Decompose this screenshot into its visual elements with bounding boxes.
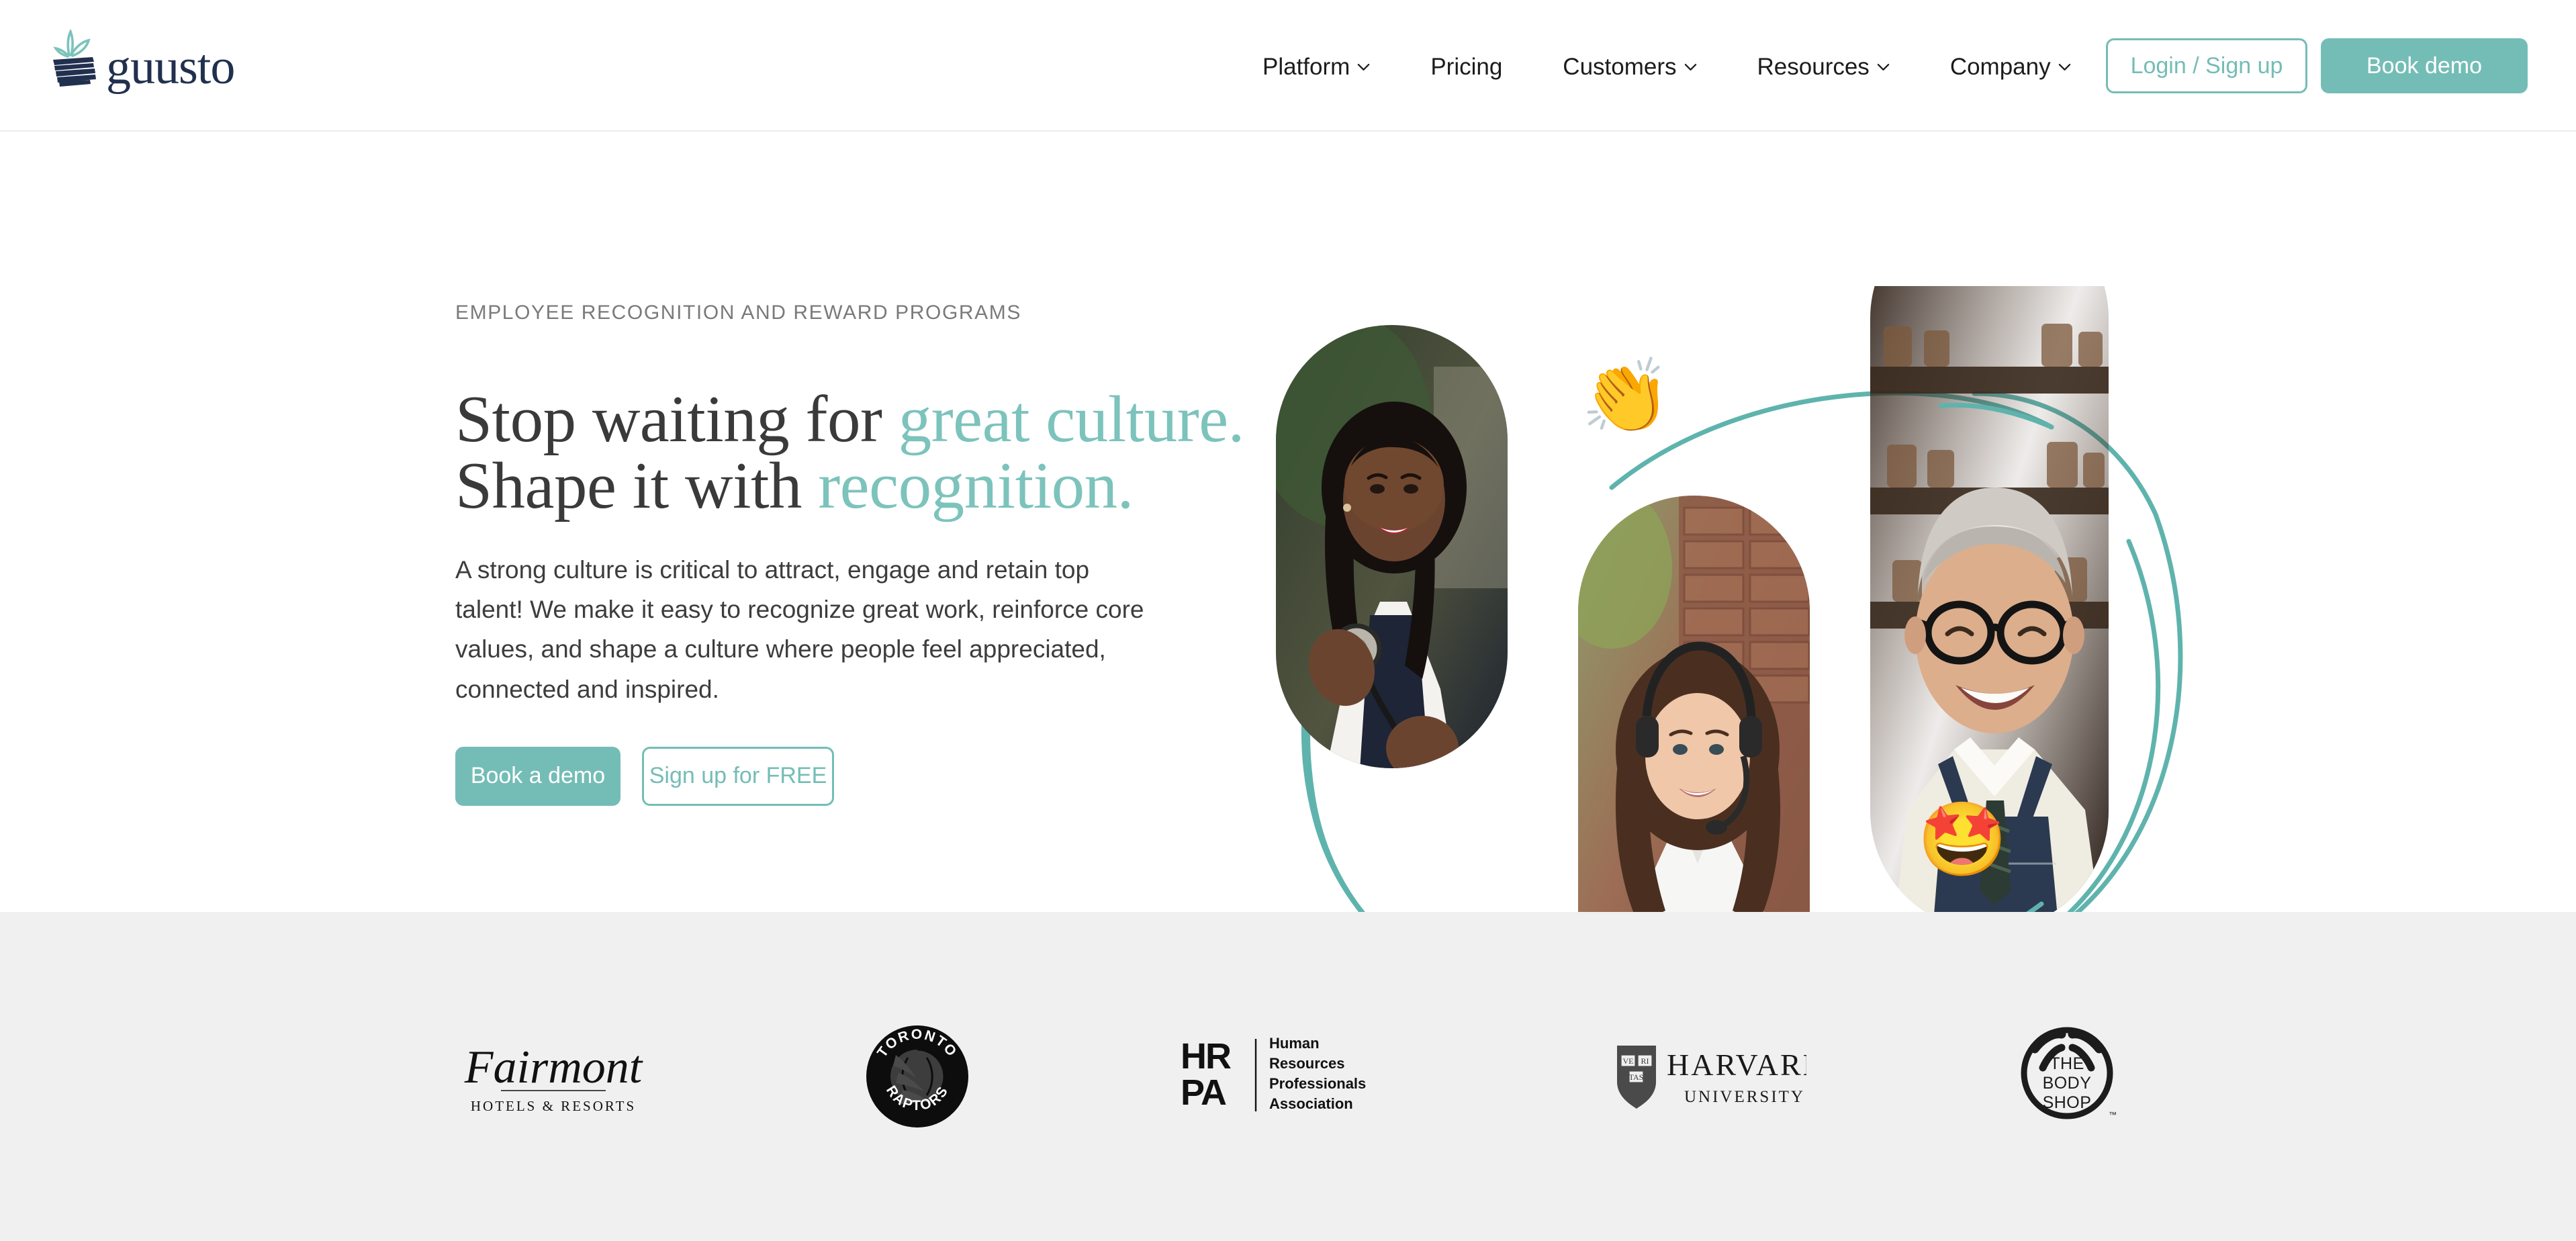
svg-text:Association: Association (1269, 1095, 1353, 1112)
chevron-down-icon (2058, 63, 2071, 71)
login-signup-button[interactable]: Login / Sign up (2106, 38, 2307, 93)
star-struck-emoji: 🤩 (1917, 798, 2008, 880)
svg-text:SHOP: SHOP (2043, 1093, 2092, 1112)
site-header: guusto Platform Pricing Customers Resour… (0, 0, 2576, 132)
nav-item-label: Customers (1563, 54, 1677, 80)
svg-text:Professionals: Professionals (1269, 1075, 1366, 1092)
svg-text:Resources: Resources (1269, 1055, 1345, 1072)
brand-logo[interactable]: guusto (48, 30, 235, 95)
hero-copy: EMPLOYEE RECOGNITION AND REWARD PROGRAMS… (455, 302, 1244, 806)
headline-line-1-accent: great culture. (898, 383, 1245, 456)
nav-item-label: Resources (1757, 54, 1870, 80)
book-demo-button[interactable]: Book demo (2321, 38, 2528, 93)
nav-item-resources[interactable]: Resources (1757, 50, 1919, 85)
headline-line-2: Shape it with recognition. (455, 453, 1201, 519)
nav-item-label: Platform (1262, 54, 1350, 80)
svg-text:VE: VE (1623, 1056, 1634, 1066)
svg-text:™: ™ (2109, 1110, 2117, 1119)
header-actions: Login / Sign up Book demo (2106, 38, 2528, 93)
hero-headline: Stop waiting for great culture. Shape it… (455, 383, 1244, 519)
chevron-down-icon (1877, 63, 1890, 71)
body-shop-logo: THE BODY SHOP ™ (2016, 1009, 2123, 1144)
svg-text:Fairmont: Fairmont (464, 1042, 643, 1093)
nav-item-company[interactable]: Company (1950, 50, 2101, 85)
nav-item-label: Company (1949, 54, 2051, 80)
toronto-raptors-logo: TORONTO RAPTORS (864, 1009, 971, 1144)
svg-text:THE: THE (2050, 1054, 2084, 1073)
nav-item-platform[interactable]: Platform (1262, 50, 1399, 85)
headline-line-2-accent: recognition. (818, 449, 1134, 522)
chevron-down-icon (1684, 63, 1697, 71)
svg-text:HR: HR (1181, 1036, 1231, 1076)
photo-doctor-stethoscope (1276, 325, 1508, 768)
book-a-demo-button[interactable]: Book a demo (455, 746, 620, 806)
chevron-down-icon (1357, 63, 1370, 71)
fairmont-logo: Fairmont HOTELS & RESORTS (453, 1009, 654, 1144)
svg-text:HOTELS & RESORTS: HOTELS & RESORTS (471, 1098, 636, 1114)
svg-text:PA: PA (1181, 1072, 1226, 1113)
clapping-hands-emoji: 👏 (1581, 355, 1671, 436)
brand-wordmark: guusto (106, 39, 235, 95)
nav-item-label: Pricing (1430, 54, 1503, 80)
headline-line-1-plain: Stop waiting for (455, 383, 899, 456)
headline-line-1: Stop waiting for great culture. (455, 383, 1244, 456)
hrpa-logo: HR PA Human Resources Professionals Asso… (1181, 1009, 1402, 1144)
customer-logo-strip: Fairmont HOTELS & RESORTS TORONTO RAPTOR… (0, 912, 2576, 1241)
harvard-logo: VE RI TAS HARVARD UNIVERSITY (1612, 1009, 1806, 1144)
svg-text:TAS: TAS (1629, 1072, 1644, 1082)
svg-text:Human: Human (1269, 1035, 1320, 1052)
primary-navigation: Platform Pricing Customers Resources Com… (1262, 50, 2101, 85)
svg-text:HARVARD: HARVARD (1667, 1048, 1806, 1082)
hero-body-text: A strong culture is critical to attract,… (455, 556, 1144, 703)
svg-text:RI: RI (1641, 1056, 1649, 1066)
svg-text:UNIVERSITY: UNIVERSITY (1684, 1088, 1805, 1106)
hero-eyebrow: EMPLOYEE RECOGNITION AND REWARD PROGRAMS (455, 302, 1021, 324)
landing-page: guusto Platform Pricing Customers Resour… (0, 0, 2576, 1241)
svg-text:BODY: BODY (2043, 1074, 2092, 1093)
nav-item-pricing[interactable]: Pricing (1430, 50, 1532, 85)
sign-up-free-button[interactable]: Sign up for FREE (642, 746, 834, 806)
hero-cta-group: Book a demo Sign up for FREE (455, 746, 1201, 806)
gift-box-sprout-icon (48, 30, 99, 87)
headline-line-2-plain: Shape it with (455, 449, 819, 522)
nav-item-customers[interactable]: Customers (1563, 50, 1726, 85)
hero-section: EMPLOYEE RECOGNITION AND REWARD PROGRAMS… (0, 132, 2576, 1027)
